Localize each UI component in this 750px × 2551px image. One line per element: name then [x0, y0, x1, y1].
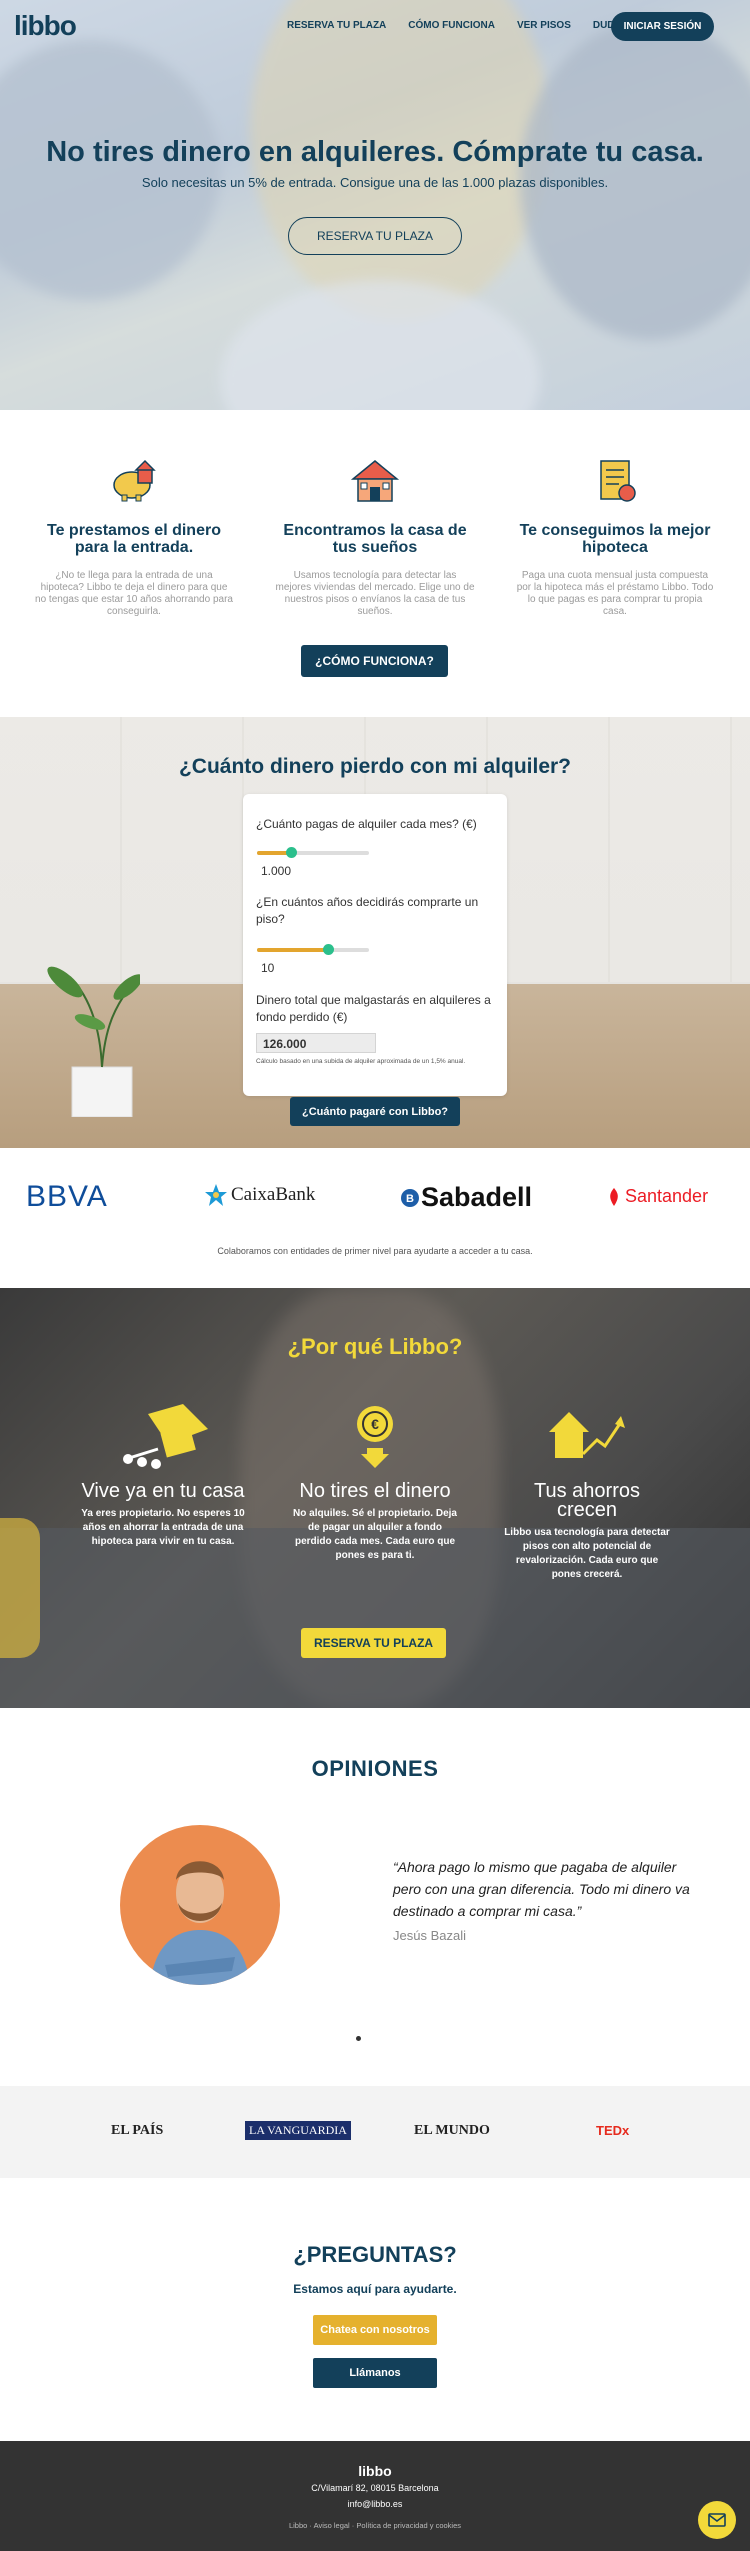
why-item-title: Vive ya en tu casa: [81, 1480, 245, 1502]
rent-question: ¿Cuánto pagas de alquiler cada mes? (€): [256, 817, 477, 831]
press-logo-el-mundo: EL MUNDO: [414, 2123, 490, 2138]
feature-text: Paga una cuota mensual justa compuesta p…: [516, 570, 714, 617]
rent-value: 1.000: [261, 864, 292, 878]
bank-logo-sabadell: B Sabadell: [401, 1182, 532, 1213]
why-item: Vive ya en tu casa Ya eres propietario. …: [78, 1404, 248, 1549]
svg-text:B: B: [406, 1193, 414, 1205]
piggy-bank-house-icon: [113, 459, 156, 502]
rent-slider[interactable]: [257, 847, 369, 858]
calculator-title: ¿Cuánto dinero pierdo con mi alquiler?: [178, 755, 572, 778]
feature-text: ¿No te llega para la entrada de una hipo…: [35, 570, 233, 617]
hero-reserve-button[interactable]: RESERVA TU PLAZA: [288, 217, 462, 255]
years-slider-fill: [257, 948, 328, 952]
chat-fab-button[interactable]: [698, 2501, 736, 2539]
nav-links: RESERVA TU PLAZA CÓMO FUNCIONA VER PISOS…: [287, 20, 650, 31]
hero-subtitle: Solo necesitas un 5% de entrada. Consigu…: [141, 175, 609, 190]
testimonial-quote: “Ahora pago lo mismo que pagaba de alqui…: [393, 1859, 690, 1919]
house-icon: [350, 460, 400, 502]
contract-icon: [600, 460, 636, 502]
bank-logo-caixabank: CaixaBank: [205, 1184, 315, 1206]
logo[interactable]: libbo: [14, 10, 77, 42]
bank-logo-santander: Santander: [606, 1186, 708, 1207]
person-photo-icon: [150, 1861, 250, 1985]
sabadell-icon: B: [401, 1188, 419, 1207]
feature-item: Te prestamos el dinero para la entrada. …: [34, 455, 234, 618]
hero-title: No tires dinero en alquileres. Cómprate …: [46, 136, 704, 168]
how-much-libbo-button[interactable]: ¿Cuánto pagaré con Libbo?: [290, 1097, 460, 1126]
opinions-title: OPINIONES: [311, 1756, 439, 1781]
euro-coin-icon: €: [357, 1406, 393, 1468]
carousel-dot[interactable]: [356, 2036, 361, 2041]
caixabank-star-icon: [205, 1184, 227, 1206]
rent-slider-knob[interactable]: [285, 847, 297, 858]
contact-title: ¿PREGUNTAS?: [293, 2242, 457, 2267]
testimonial-author: Jesús Bazali: [393, 1928, 466, 1943]
why-item: Tus ahorros crecen Libbo usa tecnología …: [502, 1410, 672, 1582]
why-item: € No tires el dinero No alquiles. Sé el …: [290, 1406, 460, 1563]
plant-icon: [47, 966, 140, 1117]
santander-flame-icon: [610, 1187, 618, 1206]
growth-house-icon: [549, 1412, 625, 1458]
rent-calculator-section: ¿Cuánto dinero pierdo con mi alquiler? ¿…: [0, 717, 750, 1148]
years-question: ¿En cuántos años decidirás comprarte un …: [256, 895, 479, 926]
feature-title: Te conseguimos la mejor hipoteca: [519, 522, 711, 556]
mail-icon: [708, 2513, 726, 2527]
chat-button[interactable]: Chatea con nosotros: [313, 2315, 437, 2345]
press-logo-tedx: TEDx: [596, 2123, 630, 2138]
total-output: 126.000: [256, 1033, 376, 1053]
feature-item: Encontramos la casa de tus sueños Usamos…: [275, 455, 475, 618]
why-reserve-button[interactable]: RESERVA TU PLAZA: [301, 1628, 446, 1658]
top-nav: libbo RESERVA TU PLAZA CÓMO FUNCIONA VER…: [0, 0, 750, 52]
feature-text: Usamos tecnología para detectar las mejo…: [275, 570, 475, 617]
feature-item: Te conseguimos la mejor hipoteca Paga un…: [515, 455, 715, 618]
feature-title: Te prestamos el dinero para la entrada.: [47, 522, 221, 556]
footer: libbo C/Vilamarí 82, 08015 Barcelona inf…: [0, 2441, 750, 2551]
svg-text:€: €: [371, 1416, 379, 1432]
footer-address: C/Vilamarí 82, 08015 Barcelona: [311, 2483, 439, 2493]
opinions-section: OPINIONES “Ahora pago lo mismo que pagab…: [0, 1708, 750, 2086]
years-slider-knob[interactable]: [322, 944, 334, 955]
footer-links[interactable]: Libbo · Aviso legal · Política de privac…: [0, 2521, 750, 2530]
nav-link-como-funciona[interactable]: CÓMO FUNCIONA: [408, 20, 495, 31]
banks-section: BBVA CaixaBank B Sabadell Santander Cola…: [0, 1148, 750, 1288]
features-section: Te prestamos el dinero para la entrada. …: [0, 410, 750, 717]
press-logo-el-pais: EL PAÍS: [111, 2123, 164, 2138]
press-section: EL PAÍS LA VANGUARDIA EL MUNDO TEDx: [0, 2086, 750, 2178]
house-keys-icon: [123, 1404, 208, 1469]
banks-caption: Colaboramos con entidades de primer nive…: [217, 1246, 533, 1256]
footer-logo: libbo: [358, 2463, 392, 2479]
how-it-works-button[interactable]: ¿CÓMO FUNCIONA?: [301, 645, 448, 677]
hero-section: libbo RESERVA TU PLAZA CÓMO FUNCIONA VER…: [0, 0, 750, 410]
login-button[interactable]: INICIAR SESIÓN: [611, 12, 714, 41]
footer-email[interactable]: info@libbo.es: [0, 2499, 750, 2509]
why-title: ¿Por qué Libbo?: [287, 1334, 463, 1359]
calculator-card: ¿Cuánto pagas de alquiler cada mes? (€) …: [243, 794, 507, 1096]
calculator-note: Cálculo basado en una subida de alquiler…: [256, 1058, 466, 1065]
years-value: 10: [261, 961, 275, 975]
avatar: [120, 1825, 280, 1985]
why-item-title: No tires el dinero: [299, 1480, 451, 1502]
feature-title: Encontramos la casa de tus sueños: [283, 522, 467, 556]
why-libbo-section: ¿Por qué Libbo? Vive ya en tu casa Ya er…: [0, 1288, 750, 1708]
nav-link-reserva[interactable]: RESERVA TU PLAZA: [287, 20, 386, 31]
nav-link-ver-pisos[interactable]: VER PISOS: [517, 20, 571, 31]
contact-subtitle: Estamos aquí para ayudarte.: [293, 2282, 457, 2296]
contact-section: ¿PREGUNTAS? Estamos aquí para ayudarte. …: [0, 2178, 750, 2441]
why-item-text: No alquiles. Sé el propietario. Deja de …: [293, 1508, 457, 1561]
why-item-title: Tus ahorros crecen: [534, 1480, 640, 1521]
why-item-text: Libbo usa tecnología para detectar pisos…: [504, 1527, 670, 1580]
bank-logo-bbva: BBVA: [26, 1180, 108, 1213]
why-item-text: Ya eres propietario. No esperes 10 años …: [81, 1508, 245, 1547]
call-button[interactable]: Llámanos: [313, 2358, 437, 2388]
press-logo-la-vanguardia: LA VANGUARDIA: [245, 2121, 351, 2140]
years-slider[interactable]: [257, 944, 369, 955]
total-label: Dinero total que malgastarás en alquiler…: [256, 993, 491, 1024]
